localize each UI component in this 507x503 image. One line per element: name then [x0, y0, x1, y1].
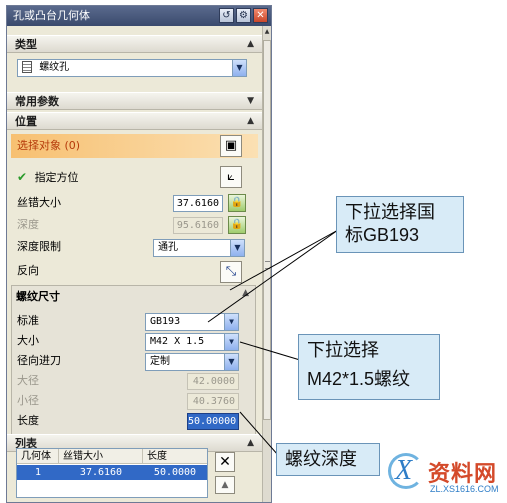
leader-line-size — [239, 341, 301, 361]
watermark-url: ZL.XS1616.COM — [430, 484, 499, 494]
watermark-x-icon: X — [395, 455, 413, 486]
callout-size: 下拉选择 M42*1.5螺纹 — [298, 334, 440, 400]
callout-standard-line1: 下拉选择国 — [345, 202, 435, 222]
leader-line-length — [239, 411, 279, 456]
callout-standard: 下拉选择国 标GB193 — [336, 196, 464, 253]
callout-depth: 螺纹深度 — [276, 443, 380, 477]
leader-line-standard — [207, 229, 339, 323]
callout-size-line1: 下拉选择 — [307, 340, 379, 360]
leader-line-standard-2 — [229, 229, 339, 291]
callout-standard-line2: 标GB193 — [345, 225, 420, 246]
callout-depth-text: 螺纹深度 — [285, 449, 357, 469]
callout-size-line2: M42*1.5螺纹 — [307, 369, 411, 390]
